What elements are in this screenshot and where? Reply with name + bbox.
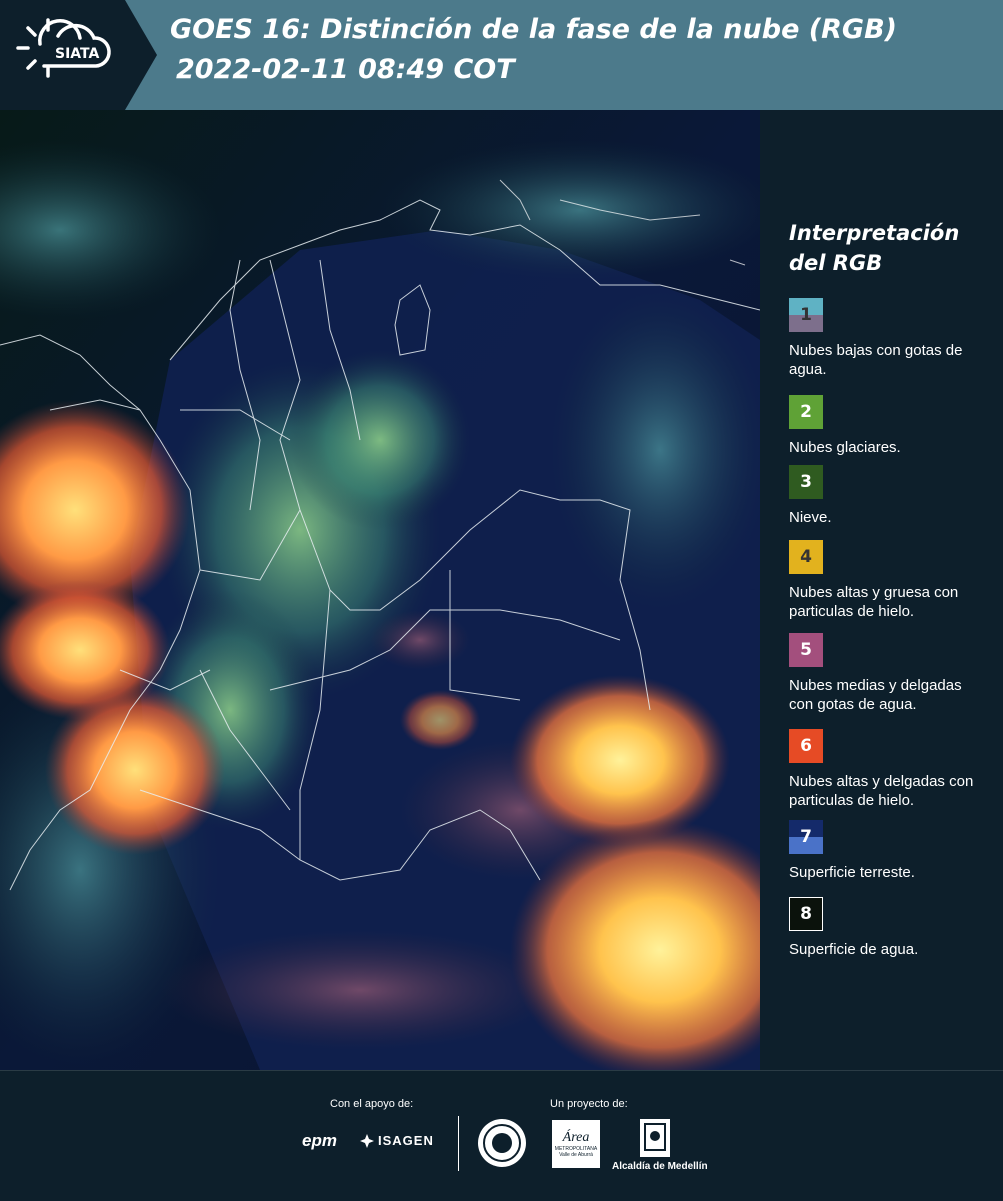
legend-swatch-5: 5 — [789, 633, 823, 667]
legend-swatch-4: 4 — [789, 540, 823, 574]
legend-title-line1: Interpretación — [789, 221, 960, 245]
legend-title: Interpretación del RGB — [789, 218, 959, 278]
legend-swatch-8: 8 — [789, 897, 823, 931]
legend-item-3: 3 Nieve. — [789, 465, 989, 527]
legend-item-2: 2 Nubes glaciares. — [789, 395, 989, 457]
legend-item-7: 7 Superficie terreste. — [789, 820, 989, 882]
legend-label-8: Superficie de agua. — [789, 941, 919, 958]
legend-label-6: Nubes altas y delgadas con particulas de… — [789, 773, 974, 809]
page-title: GOES 16: Distinción de la fase de la nub… — [170, 14, 897, 45]
seal-logo — [478, 1119, 526, 1167]
legend-swatch-1: 1 — [789, 298, 823, 332]
legend-title-line2: del RGB — [789, 251, 883, 275]
legend-item-6: 6 Nubes altas y delgadas con particulas d… — [789, 729, 989, 810]
satellite-map[interactable] — [0, 110, 810, 1080]
isagen-logo: ISAGEN — [378, 1133, 434, 1148]
legend-label-4: Nubes altas y gruesa con particulas de h… — [789, 584, 959, 620]
legend-item-5: 5 Nubes medias y delgadas con gotas de ag… — [789, 633, 989, 714]
legend-swatch-3: 3 — [789, 465, 823, 499]
alcaldia-logo-text: Alcaldía de Medellín — [612, 1161, 708, 1172]
header: SIATA GOES 16: Distinción de la fase de … — [0, 0, 1003, 110]
legend-label-1: Nubes bajas con gotas de agua. — [789, 342, 963, 378]
footer: Con el apoyo de: Un proyecto de: epm ISA… — [0, 1070, 1003, 1201]
legend-label-2: Nubes glaciares. — [789, 439, 901, 456]
area-logo-subtext2: Valle de Aburrá — [559, 1152, 593, 1158]
footer-divider — [458, 1116, 459, 1171]
area-logo-text: Área — [562, 1130, 590, 1145]
legend-item-8: 8 Superficie de agua. — [789, 897, 989, 959]
legend-swatch-6: 6 — [789, 729, 823, 763]
legend-item-1: 1 Nubes bajas con gotas de agua. — [789, 298, 989, 379]
legend-swatch-2: 2 — [789, 395, 823, 429]
area-metropolitana-logo: Área METROPOLITANA Valle de Aburrá — [552, 1120, 600, 1168]
legend-label-5: Nubes medias y delgadas con gotas de agu… — [789, 677, 962, 713]
legend-swatch-7: 7 — [789, 820, 823, 854]
legend-label-7: Superficie terreste. — [789, 864, 915, 881]
legend-label-3: Nieve. — [789, 509, 832, 526]
siata-logo-text: SIATA — [55, 46, 100, 62]
page-subtitle-datetime: 2022-02-11 08:49 COT — [176, 54, 515, 85]
alcaldia-shield-logo — [640, 1119, 670, 1157]
header-arrow-decoration — [125, 0, 157, 110]
isagen-star-icon — [360, 1133, 374, 1148]
support-label: Con el apoyo de: — [330, 1098, 414, 1110]
project-label: Un proyecto de: — [550, 1098, 628, 1110]
satellite-image — [0, 110, 810, 1080]
legend-item-4: 4 Nubes altas y gruesa con particulas de … — [789, 540, 989, 621]
siata-logo: SIATA — [0, 0, 125, 110]
epm-logo: epm — [302, 1131, 337, 1150]
